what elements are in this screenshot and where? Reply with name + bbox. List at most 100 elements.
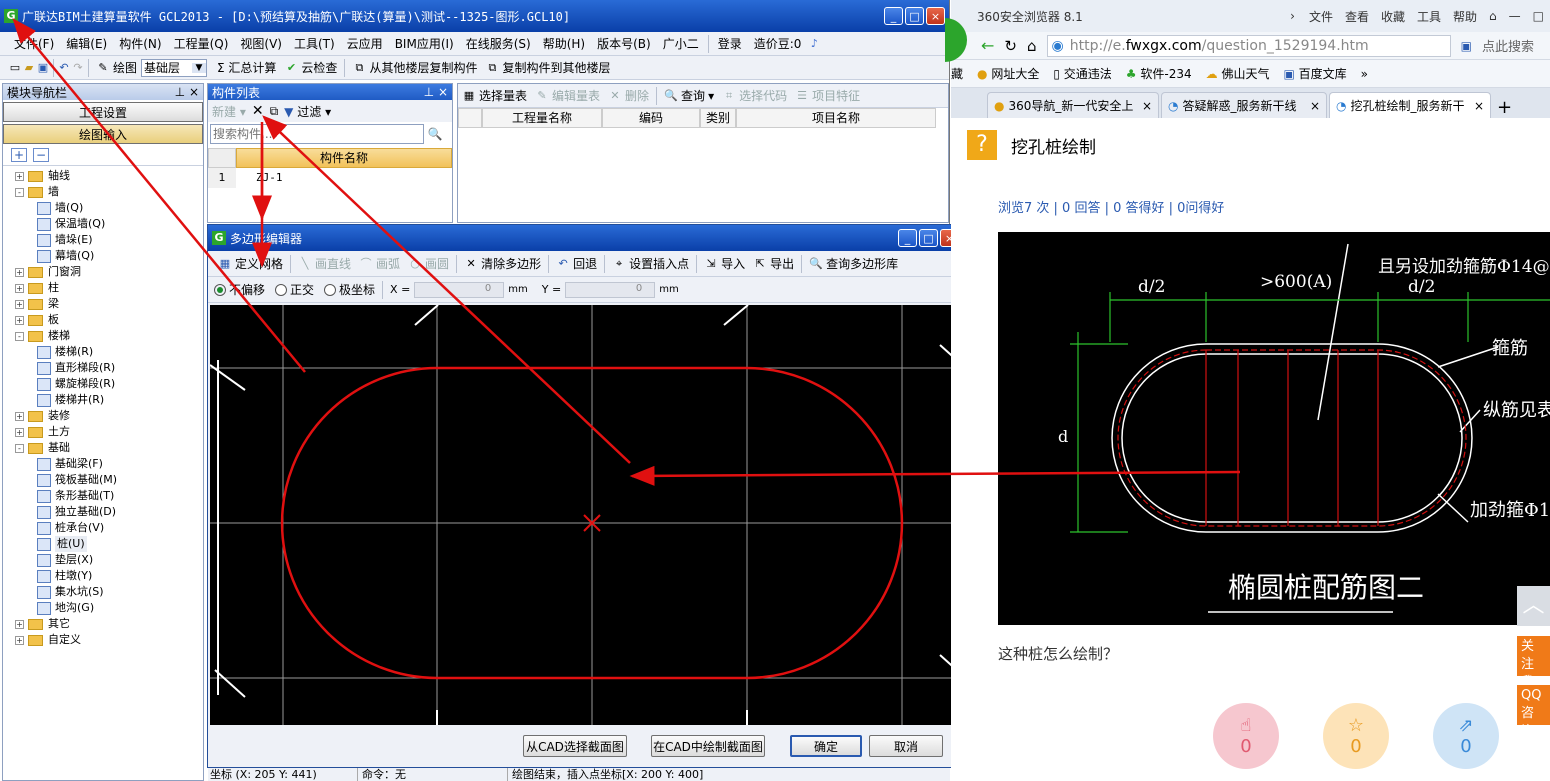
maximize-icon[interactable]: □ [919,229,938,247]
browser-menu-help[interactable]: 帮助 [1447,8,1483,25]
menu-edit[interactable]: 编辑(E) [60,35,113,52]
home-icon[interactable]: ⌂ [1027,37,1037,55]
expand-toggle-icon[interactable]: + [15,315,24,325]
search-input[interactable] [210,124,424,144]
bookmark-weather[interactable]: ☁ 佛山天气 [1206,65,1270,82]
set-insert-point-button[interactable]: ⌖ 设置插入点 [608,255,693,272]
vote-share[interactable]: ⇗ 0 [1433,703,1499,769]
menu-file[interactable]: 文件(F) [8,35,60,52]
menu-quantity[interactable]: 工程量(Q) [168,35,235,52]
tree-item[interactable]: 桩(U) [15,536,203,552]
ok-button[interactable]: 确定 [790,735,862,757]
close-icon[interactable]: × [1142,99,1152,113]
bookmark-wenku[interactable]: ▣ 百度文库 [1283,65,1346,82]
query-polygon-lib-button[interactable]: 🔍 查询多边形库 [805,255,902,272]
draw-arc-button[interactable]: ⌒ 画弧 [355,255,404,272]
tree-item[interactable]: + 装修 [15,408,203,424]
tree-item[interactable]: 集水坑(S) [15,584,203,600]
follow-us-button[interactable]: 关注我们 [1517,636,1550,676]
draw-input-button[interactable]: 绘图输入 [3,124,203,144]
cloud-check-button[interactable]: ✔ 云检查 [280,59,341,76]
redo-icon[interactable]: ↷ [71,61,85,75]
bookmark-favorites[interactable]: 藏 [951,65,963,82]
menu-guangxiaoer[interactable]: 广小二 [657,35,705,52]
dialog-titlebar[interactable]: G 多边形编辑器 _ □ × [208,225,962,251]
delete-icon[interactable]: ✕ [252,103,264,119]
tree-item[interactable]: 楼梯井(R) [15,392,203,408]
radio-polar[interactable]: 极坐标 [324,281,375,298]
menu-online[interactable]: 在线服务(S) [460,35,537,52]
define-grid-button[interactable]: ▦ 定义网格 [214,255,287,272]
tree-item[interactable]: + 自定义 [15,632,203,648]
search-icon[interactable]: 🔍 [424,127,446,141]
menu-version[interactable]: 版本号(B) [591,35,657,52]
tab-active[interactable]: ◔ 挖孔桩绘制_服务新干 × [1329,92,1491,118]
url-bar[interactable]: ◉ http://e. fwxgx.com/question_1529194.ht… [1046,34,1451,57]
tree-item[interactable]: 筏板基础(M) [15,472,203,488]
maximize-icon[interactable]: □ [1533,9,1544,23]
expand-toggle-icon[interactable]: - [15,331,24,341]
minimize-icon[interactable]: _ [884,7,903,25]
tree-item[interactable]: 墙垛(E) [15,232,203,248]
y-input[interactable]: 0 [565,281,656,298]
menu-component[interactable]: 构件(N) [113,35,167,52]
filter-button[interactable]: ▼ 过滤 ▾ [284,103,331,120]
tree-item[interactable]: + 板 [15,312,203,328]
pin-icon[interactable]: ⊥ × [175,85,199,99]
open-folder-icon[interactable]: ▰ [22,61,36,75]
expand-toggle-icon[interactable]: + [15,635,24,645]
expand-toggle-icon[interactable]: - [15,187,24,197]
new-tab-icon[interactable]: + [1497,97,1512,118]
select-code-button[interactable]: ⌗ 选择代码 [718,87,791,104]
tree-item[interactable]: 桩承台(V) [15,520,203,536]
clear-polygon-button[interactable]: ✕ 清除多边形 [460,255,545,272]
cad-draw-button[interactable]: 在CAD中绘制截面图 [651,735,765,757]
tree-item[interactable]: 保温墙(Q) [15,216,203,232]
layer-select[interactable]: 基础层 ▼ [141,58,208,77]
draw-button[interactable]: ✎ 绘图 [92,59,141,76]
tab-qa[interactable]: ◔ 答疑解惑_服务新干线 × [1161,92,1327,118]
draw-circle-button[interactable]: ○ 画圆 [404,255,453,272]
tree-item[interactable]: 直形梯段(R) [15,360,203,376]
minimize-icon[interactable]: _ [898,229,917,247]
close-icon[interactable]: × [926,7,945,25]
tree-item[interactable]: 独立基础(D) [15,504,203,520]
browser-titlebar[interactable]: 360安全浏览器 8.1 › 文件 查看 收藏 工具 帮助 ⌂ — □ [951,0,1550,32]
bookmark-software[interactable]: ♣ 软件-234 [1126,65,1192,82]
expand-toggle-icon[interactable]: + [15,299,24,309]
gcl-titlebar[interactable]: G 广联达BIM土建算量软件 GCL2013 - [D:\预结算及抽筋\广联达(… [0,0,949,32]
import-button[interactable]: ⇲ 导入 [700,255,749,272]
expand-toggle-icon[interactable]: + [15,411,24,421]
tree-item[interactable]: 楼梯(R) [15,344,203,360]
tree-item[interactable]: + 土方 [15,424,203,440]
cad-select-button[interactable]: 从CAD选择截面图 [523,735,627,757]
polygon-canvas[interactable] [210,305,960,725]
select-table-button[interactable]: ▦ 选择量表 [458,87,531,104]
tree-item[interactable]: 垫层(X) [15,552,203,568]
minimize-icon[interactable]: — [1509,9,1521,23]
expand-toggle-icon[interactable]: + [15,619,24,629]
tree-item[interactable]: + 梁 [15,296,203,312]
new-component-button[interactable]: 新建 ▾ [212,103,246,120]
tree-item[interactable]: -墙 [15,184,203,200]
back-to-top-button[interactable]: ︿ [1517,586,1550,626]
menu-cloud[interactable]: 云应用 [341,35,389,52]
back-icon[interactable]: ← [981,36,994,55]
more-icon[interactable]: » [1361,67,1368,81]
search-engine-icon[interactable]: ▣ [1461,39,1472,53]
close-icon[interactable]: × [1310,99,1320,113]
radio-ortho[interactable]: 正交 [275,281,314,298]
menu-view[interactable]: 视图(V) [234,35,288,52]
vote-like[interactable]: ☝ 0 [1213,703,1279,769]
close-icon[interactable]: × [1474,99,1484,113]
edit-table-button[interactable]: ✎ 编辑量表 [531,87,604,104]
search-box[interactable]: 点此搜索 [1482,36,1550,55]
export-button[interactable]: ⇱ 导出 [749,255,798,272]
item-feature-button[interactable]: ☰ 项目特征 [791,87,864,104]
collapse-all-icon[interactable]: − [33,147,49,162]
radio-no-offset[interactable]: 不偏移 [214,281,265,298]
copy-from-button[interactable]: ⧉ 从其他楼层复制构件 [348,59,481,76]
tree-item[interactable]: 地沟(G) [15,600,203,616]
new-file-icon[interactable]: ▭ [8,61,22,75]
expand-toggle-icon[interactable]: + [15,267,24,277]
